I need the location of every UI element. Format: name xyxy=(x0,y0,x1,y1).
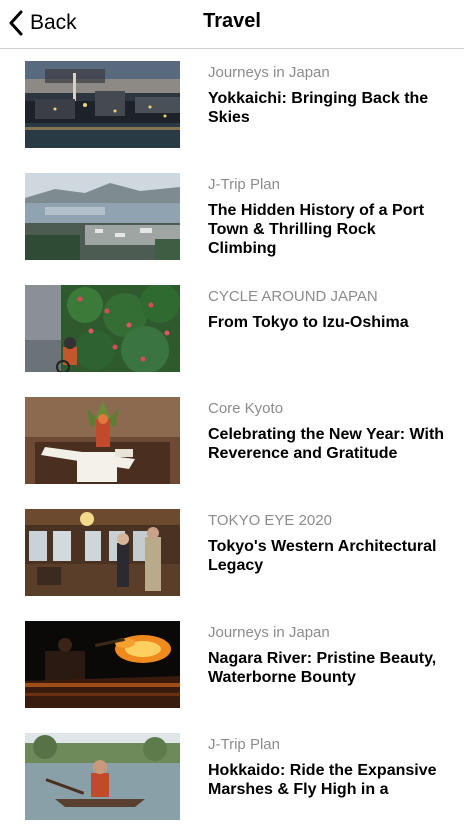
episode-thumbnail xyxy=(25,61,180,148)
list-item[interactable]: J-Trip Plan Hokkaido: Ride the Expansive… xyxy=(0,721,464,833)
episode-list: Journeys in Japan Yokkaichi: Bringing Ba… xyxy=(0,49,464,833)
series-name: TOKYO EYE 2020 xyxy=(208,512,332,529)
list-item[interactable]: Core Kyoto Celebrating the New Year: Wit… xyxy=(0,385,464,497)
page-title: Travel xyxy=(203,10,261,32)
episode-title: Nagara River: Pristine Beauty, Waterborn… xyxy=(208,650,437,686)
episode-thumbnail xyxy=(25,733,180,820)
list-item[interactable]: TOKYO EYE 2020 Tokyo's Western Architect… xyxy=(0,497,464,609)
episode-thumbnail xyxy=(25,621,180,708)
episode-thumbnail xyxy=(25,397,180,484)
episode-title: From Tokyo to Izu-Oshima xyxy=(208,314,409,331)
episode-thumbnail xyxy=(25,173,180,260)
episode-title: Tokyo's Western Architectural Legacy xyxy=(208,538,437,574)
episode-title: Hokkaido: Ride the Expansive Marshes & F… xyxy=(208,762,437,798)
episode-title: The Hidden History of a Port Town & Thri… xyxy=(208,202,425,257)
series-name: J-Trip Plan xyxy=(208,736,280,753)
list-item[interactable]: Journeys in Japan Nagara River: Pristine… xyxy=(0,609,464,721)
list-item[interactable]: CYCLE AROUND JAPAN From Tokyo to Izu-Osh… xyxy=(0,273,464,385)
series-name: J-Trip Plan xyxy=(208,176,280,193)
episode-thumbnail xyxy=(25,285,180,372)
series-name: Journeys in Japan xyxy=(208,624,330,641)
navigation-bar: Back Travel xyxy=(0,0,464,49)
list-item[interactable]: Journeys in Japan Yokkaichi: Bringing Ba… xyxy=(0,49,464,161)
series-name: Journeys in Japan xyxy=(208,64,330,81)
episode-title: Celebrating the New Year: With Reverence… xyxy=(208,426,445,462)
series-name: Core Kyoto xyxy=(208,400,284,417)
series-name: CYCLE AROUND JAPAN xyxy=(208,288,378,305)
episode-title: Yokkaichi: Bringing Back the Skies xyxy=(208,90,429,126)
list-item[interactable]: J-Trip Plan The Hidden History of a Port… xyxy=(0,161,464,273)
episode-thumbnail xyxy=(25,509,180,596)
